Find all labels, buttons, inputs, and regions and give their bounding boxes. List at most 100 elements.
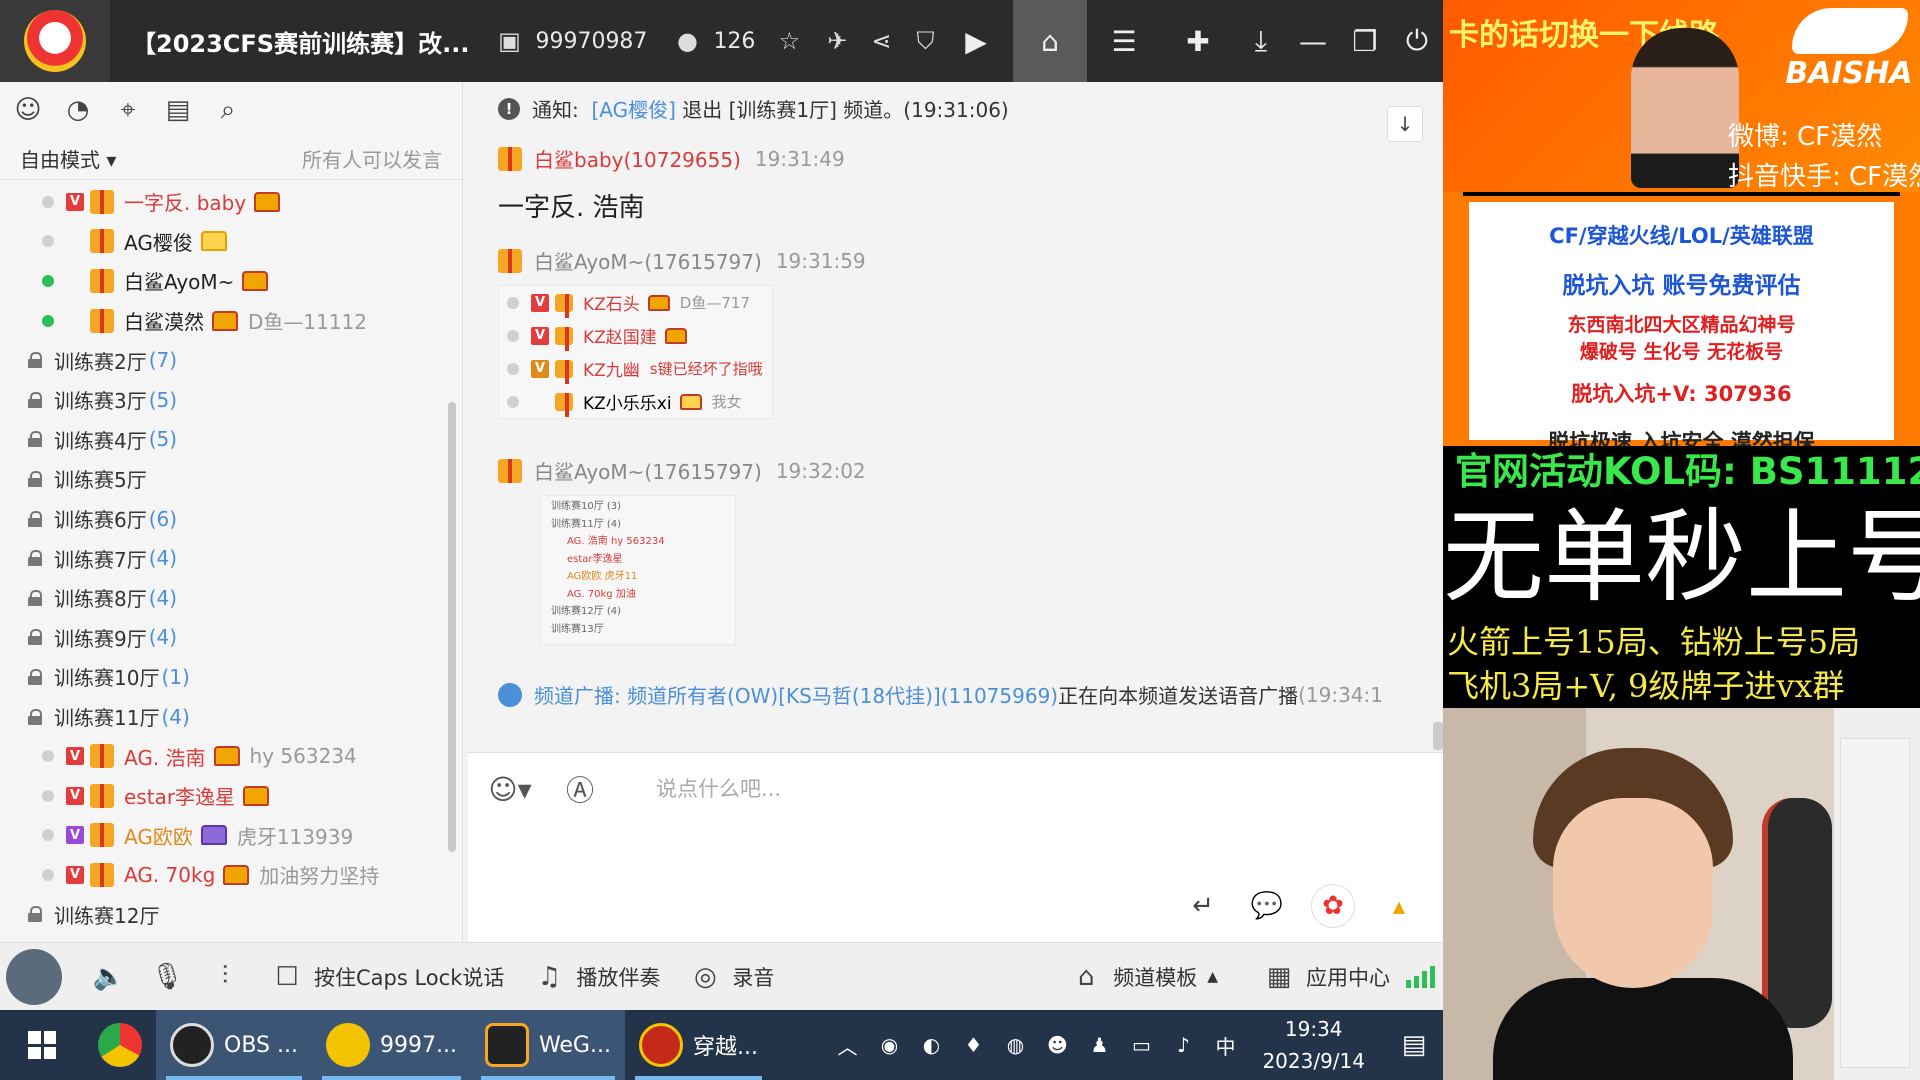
channel-row[interactable]: 训练赛9厅 (4) [0,618,445,658]
chat-message: 白鲨baby(10729655) 19:31:49 一字反. 浩南 [498,144,845,224]
taskbar-clock[interactable]: 19:34 2023/9/14 [1262,1013,1365,1077]
emoji-gamepad-icon[interactable]: ☺▾ [488,769,532,809]
status-dot [42,829,54,842]
crown-icon [200,231,227,252]
channel-row[interactable]: 训练赛6厅 (6) [0,499,445,539]
channel-row[interactable]: 训练赛4厅 (5) [0,420,445,460]
message-sender[interactable]: 白鲨AyoM~(17615797) [534,456,762,485]
message-sender[interactable]: 白鲨baby(10729655) [534,144,741,173]
mode-dropdown[interactable]: 自由模式 ▾ [20,144,116,173]
channel-row[interactable]: 训练赛3厅 (5) [0,380,445,420]
online-count[interactable]: ● 126 [669,23,755,59]
gift-icon [498,146,522,171]
power-button[interactable]: ⏻ [1391,0,1443,82]
online-dot [42,314,54,327]
scroll-bottom-button[interactable]: ↓ [1387,106,1423,142]
play-accompaniment-button[interactable]: ♫ 播放伴奏 [532,960,661,994]
crown-icon [254,191,281,212]
member-row[interactable]: 白鲨漠然 D鱼—11112 [0,301,445,341]
channel-row[interactable]: 训练赛7厅 (4) [0,538,445,578]
contacts-icon[interactable]: ☺ [10,92,46,128]
member-row[interactable]: 白鲨AyoM~ [0,261,445,301]
volume-icon[interactable]: 🔈 [92,960,126,994]
menu-button[interactable]: ☰ [1087,0,1161,82]
speaker-icon [498,682,522,707]
notification-icon[interactable]: ▤ [1399,1030,1429,1060]
channel-broadcast: 频道广播: 频道所有者(OW)[KS马哲(18代挂)](11075969) 正在… [498,680,1383,709]
channel-row[interactable]: 训练赛2厅 (7) [0,340,445,380]
chat-scrollbar[interactable] [1433,722,1443,750]
screenshot-image[interactable]: 训练赛10厅 (3) 训练赛11厅 (4) AG. 浩南 hy 563234 e… [540,495,736,645]
font-style-icon[interactable]: Ⓐ [558,769,602,809]
member-row[interactable]: V AG. 70kg 加油努力坚持 [0,855,445,895]
member-row[interactable]: V AG. 浩南 hy 563234 [0,736,445,776]
plane-icon[interactable]: ✈ [819,23,855,59]
speech-bubble-icon[interactable]: 💬 [1247,886,1287,926]
lock-icon [28,906,42,923]
system-notice: ! 通知: [AG樱俊] 退出 [训练赛1厅] 频道。(19:31:06) [498,94,1009,123]
start-button[interactable] [0,1010,84,1080]
channel-row[interactable]: 训练赛10厅 (1) [0,657,445,697]
channel-row[interactable]: 训练赛5厅 [0,459,445,499]
search-icon[interactable]: ⌕ [210,92,246,128]
channel-row[interactable]: 训练赛12厅 [0,895,445,935]
member-row[interactable]: V AG欧欧 虎牙113939 [0,816,445,856]
gift-icon [90,308,114,333]
baisha-logo: BAISHA [1784,8,1914,94]
tray-flame-icon[interactable]: ♦ [958,1030,988,1060]
tray-qq-icon[interactable]: ♟ [1084,1030,1114,1060]
taskbar-app-wegame[interactable]: WeG... [470,1010,625,1080]
message-sender[interactable]: 白鲨AyoM~(17615797) [534,246,762,275]
channel-row[interactable]: 训练赛11厅 (4) [0,697,445,737]
tree-scrollbar[interactable] [448,402,456,852]
video-button[interactable]: ▶ [939,0,1013,82]
taskbar-app-obs[interactable]: OBS ... [156,1010,312,1080]
input-actions: ↵ 💬 ✿ ▲ [1183,884,1419,928]
star-icon[interactable]: ☆ [771,23,807,59]
promo-text: 火箭上号15局、钻粉上号5局 飞机3局+V, 9级牌子进vx群 [1443,620,1920,708]
tray-obs-icon[interactable]: ◐ [916,1030,946,1060]
channel-template-button[interactable]: ⌂ 频道模板 ▲ [1069,960,1218,994]
avatar[interactable] [6,948,62,1005]
gift-icon [90,823,114,848]
tray-app-icon[interactable]: ◍ [1000,1030,1030,1060]
minimize-button[interactable]: — [1287,0,1339,82]
app-center-button[interactable]: ▦ 应用中心 [1262,960,1390,994]
chevron-up-icon[interactable]: ▲ [1379,886,1419,926]
record-button[interactable]: ◎ 录音 [688,960,774,994]
tray-record-icon[interactable]: ◉ [874,1030,904,1060]
equalizer-icon[interactable]: ⫶ [208,960,242,994]
tray-yy-icon[interactable]: ☻ [1042,1030,1072,1060]
app-logo[interactable] [0,0,110,82]
member-row[interactable]: AG樱俊 [0,222,445,262]
kol-code: 官网活动KOL码: BS11112 [1443,446,1920,498]
speaker-icon[interactable]: ♪ [1168,1030,1198,1060]
game-button[interactable]: ✚ [1161,0,1235,82]
gift-icon [90,268,114,293]
account-ad: CF/穿越火线/LOL/英雄联盟 脱坑入坑 账号免费评估 东西南北四大区精品幻神… [1463,196,1900,454]
taskbar-app-yy[interactable]: 9997... [311,1010,471,1080]
microphone-icon[interactable]: 🎙 [150,960,184,994]
chevron-up-icon[interactable]: ︿ [832,1030,862,1060]
download-button[interactable]: ⤓ [1235,0,1287,82]
channel-id[interactable]: ▣ 99970987 [491,23,647,59]
flower-icon[interactable]: ✿ [1311,884,1355,928]
notes-icon[interactable]: ▤ [160,92,196,128]
member-row[interactable]: V estar李逸星 [0,776,445,816]
screenshot-image[interactable]: V KZ石头 D鱼—717 V KZ赵国建 V KZ九幽 s键已经坏了指哦 KZ小乐乐xi… [498,285,773,419]
channel-row[interactable]: 训练赛8厅 (4) [0,578,445,618]
taskbar-app-chrome[interactable] [84,1010,156,1080]
share-icon[interactable]: ⋖ [863,23,899,59]
home-button[interactable]: ⌂ [1013,0,1087,82]
taskbar-app-cf[interactable]: 穿越... [625,1010,772,1080]
location-icon[interactable]: ⌖ [110,92,146,128]
speak-mode-bar: 自由模式 ▾ 所有人可以发言 [0,138,462,180]
ime-indicator[interactable]: 中 [1210,1030,1240,1060]
enter-icon[interactable]: ↵ [1183,886,1223,926]
chat-history-icon[interactable]: ◔ [60,92,96,128]
member-row[interactable]: V 一字反. baby [0,182,445,222]
restore-button[interactable]: ❐ [1339,0,1391,82]
network-icon[interactable]: ▭ [1126,1030,1156,1060]
push-to-talk-button[interactable]: ☐ 按住Caps Lock说话 [270,960,504,994]
chat-input[interactable] [656,771,1156,807]
